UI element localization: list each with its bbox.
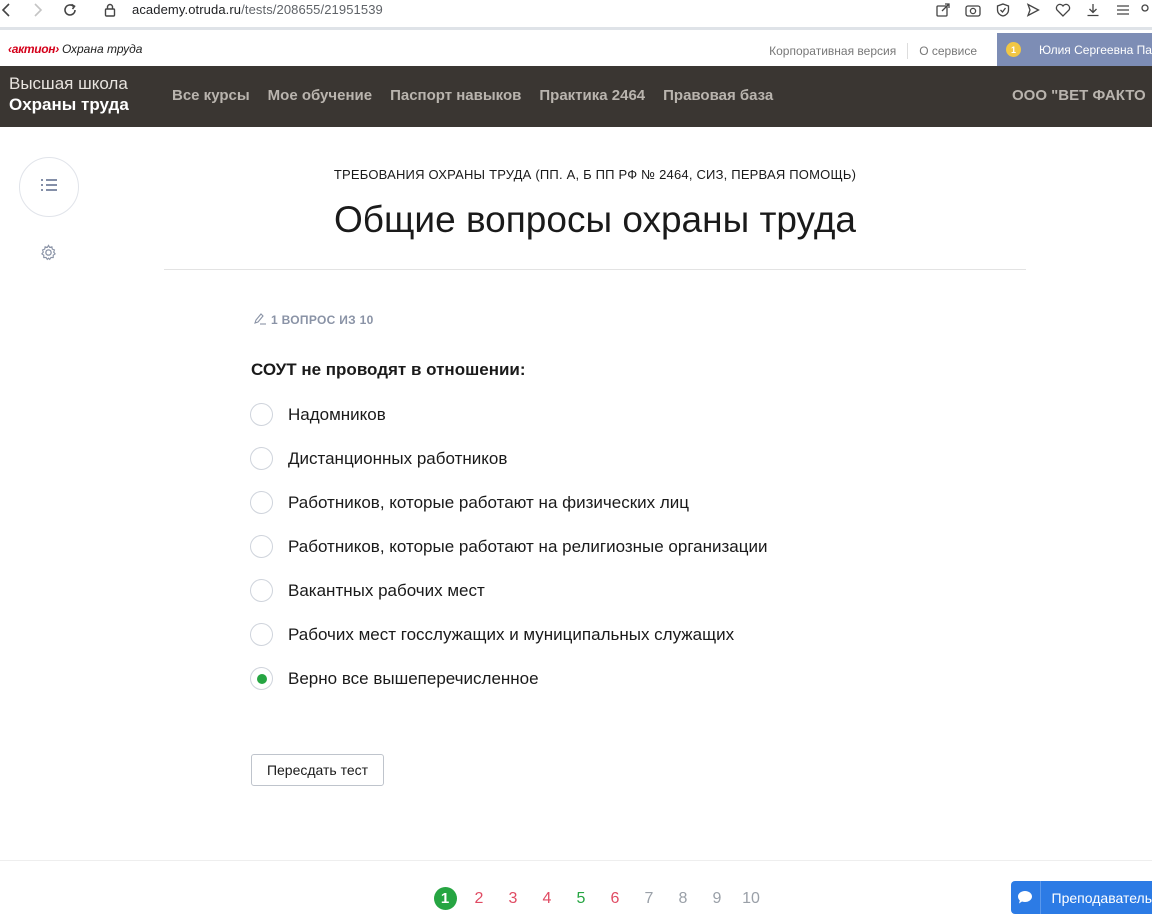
pencil-icon (253, 312, 267, 328)
brand-aktion: ‹актион› (8, 42, 59, 56)
profile-icon[interactable] (1138, 0, 1152, 20)
nav-item-legal-base[interactable]: Правовая база (663, 87, 773, 104)
question-counter-text: 1 ВОПРОС ИЗ 10 (271, 313, 374, 327)
heart-icon[interactable] (1048, 0, 1078, 20)
answer-label[interactable]: Работников, которые работают на религиоз… (288, 537, 767, 557)
page-3[interactable]: 3 (496, 890, 530, 908)
question-counter: 1 ВОПРОС ИЗ 10 (253, 312, 374, 328)
browser-toolbar: academy.otruda.ru/tests/208655/21951539 (0, 0, 1152, 30)
page-6[interactable]: 6 (598, 890, 632, 908)
answer-label[interactable]: Надомников (288, 405, 386, 425)
nav-item-all-courses[interactable]: Все курсы (172, 87, 250, 104)
radio-selected-dot (256, 673, 267, 684)
answer-label[interactable]: Верно все вышеперечисленное (288, 669, 539, 689)
user-menu[interactable]: 1 Юлия Сергеевна Па (997, 33, 1152, 66)
question-pagination: 1 2 3 4 5 6 7 8 9 10 (428, 887, 768, 910)
radio-button[interactable] (250, 579, 273, 602)
question-text: СОУТ не проводят в отношении: (251, 360, 526, 379)
camera-icon[interactable] (958, 0, 988, 20)
organization-name[interactable]: ООО "ВЕТ ФАКТО (1012, 87, 1146, 104)
forward-icon[interactable] (26, 0, 50, 20)
course-title: ТРЕБОВАНИЯ ОХРАНЫ ТРУДА (ПП. А, Б ПП РФ … (333, 167, 857, 182)
corporate-version-link[interactable]: Корпоративная версия (769, 44, 896, 58)
reload-icon[interactable] (58, 0, 82, 20)
radio-button[interactable] (250, 623, 273, 646)
header-divider (164, 269, 1026, 270)
answer-option-selected[interactable]: Верно все вышеперечисленное (250, 667, 767, 711)
chat-bubble-icon (1011, 881, 1041, 914)
answer-option[interactable]: Работников, которые работают на физическ… (250, 491, 767, 535)
lock-icon (98, 0, 122, 20)
radio-button[interactable] (250, 447, 273, 470)
answer-label[interactable]: Вакантных рабочих мест (288, 581, 485, 601)
page-8[interactable]: 8 (666, 890, 700, 908)
share-icon[interactable] (928, 0, 958, 20)
shield-icon[interactable] (988, 0, 1018, 20)
page-10[interactable]: 10 (734, 890, 768, 908)
answer-option[interactable]: Рабочих мест госслужащих и муниципальных… (250, 623, 767, 667)
page-number: 1 (433, 887, 457, 910)
main-navigation: Высшая школа Охраны труда Все курсы Мое … (0, 66, 1152, 127)
retake-test-button[interactable]: Пересдать тест (251, 754, 384, 786)
answer-option[interactable]: Надомников (250, 403, 767, 447)
radio-button[interactable] (250, 535, 273, 558)
answer-label[interactable]: Работников, которые работают на физическ… (288, 493, 689, 513)
page-7[interactable]: 7 (632, 890, 666, 908)
footer-pagination: 1 2 3 4 5 6 7 8 9 10 Преподаватель (0, 860, 1152, 921)
answer-option[interactable]: Дистанционных работников (250, 447, 767, 491)
tutor-button-label: Преподаватель (1051, 889, 1152, 906)
url-path: /tests/208655/21951539 (241, 2, 383, 17)
answer-option[interactable]: Работников, которые работают на религиоз… (250, 535, 767, 579)
back-icon[interactable] (0, 0, 18, 20)
school-logo[interactable]: Высшая школа Охраны труда (9, 73, 129, 115)
course-contents-button[interactable] (19, 157, 79, 217)
school-name-line1: Высшая школа (9, 74, 128, 93)
list-icon (40, 178, 58, 197)
download-icon[interactable] (1078, 0, 1108, 20)
page-9[interactable]: 9 (700, 890, 734, 908)
gear-icon[interactable] (38, 242, 58, 262)
answer-label[interactable]: Рабочих мест госслужащих и муниципальных… (288, 625, 734, 645)
nav-item-my-learning[interactable]: Мое обучение (268, 87, 372, 104)
answer-label[interactable]: Дистанционных работников (288, 449, 507, 469)
tutor-chat-button[interactable]: Преподаватель (1011, 881, 1152, 914)
answer-options: Надомников Дистанционных работников Рабо… (250, 403, 767, 711)
page-4[interactable]: 4 (530, 890, 564, 908)
page-title: Общие вопросы охраны труда (334, 199, 856, 240)
page-1[interactable]: 1 (428, 887, 462, 910)
brand-logo[interactable]: ‹актион› Охрана труда (8, 42, 142, 56)
notification-badge[interactable]: 1 (1006, 42, 1021, 57)
page-5[interactable]: 5 (564, 890, 598, 908)
radio-button[interactable] (250, 491, 273, 514)
send-icon[interactable] (1018, 0, 1048, 20)
radio-button-selected[interactable] (250, 667, 273, 690)
url-host: academy.otruda.ru (132, 2, 242, 17)
user-name[interactable]: Юлия Сергеевна Па (1039, 43, 1152, 57)
about-service-link[interactable]: О сервисе (919, 44, 977, 58)
menu-lines-icon[interactable] (1108, 0, 1138, 20)
school-name-line2: Охраны труда (9, 95, 129, 114)
answer-option[interactable]: Вакантных рабочих мест (250, 579, 767, 623)
nav-item-practice-2464[interactable]: Практика 2464 (539, 87, 645, 104)
brand-product: Охрана труда (61, 42, 143, 56)
utility-bar: ‹актион› Охрана труда Корпоративная верс… (0, 33, 1152, 66)
address-bar[interactable]: academy.otruda.ru/tests/208655/21951539 (132, 2, 383, 17)
radio-button[interactable] (250, 403, 273, 426)
divider (907, 43, 909, 59)
page-2[interactable]: 2 (462, 890, 496, 908)
nav-item-skills-passport[interactable]: Паспорт навыков (390, 87, 521, 104)
